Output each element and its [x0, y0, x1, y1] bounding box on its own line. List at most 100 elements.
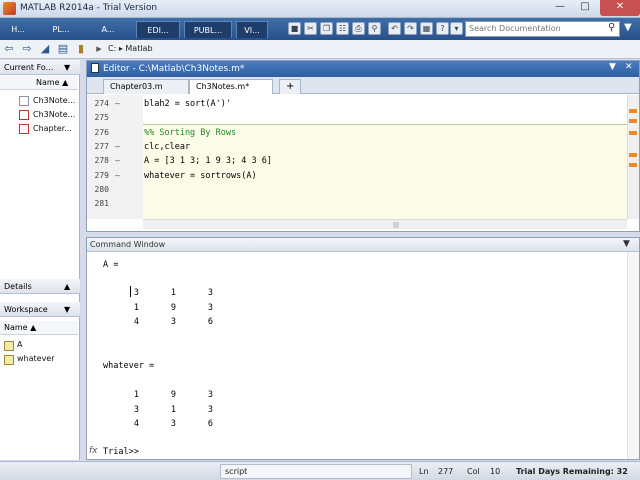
- copy-icon[interactable]: ❐: [320, 22, 333, 35]
- matrix-cell: 4: [133, 419, 139, 429]
- print-icon[interactable]: ⎙: [352, 22, 365, 35]
- find-icon[interactable]: ⚲: [368, 22, 381, 35]
- code-analyzer-marker[interactable]: [629, 131, 637, 135]
- line-number: 277: [94, 141, 109, 151]
- code-line[interactable]: A = [3 1 3; 1 9 3; 4 3 6]: [144, 156, 272, 166]
- line-number: 280: [94, 184, 109, 194]
- m-file-icon: [19, 110, 29, 120]
- panel-menu-icon[interactable]: ▼: [64, 302, 70, 317]
- line-number: 281: [94, 199, 109, 209]
- undo-icon[interactable]: ↶: [388, 22, 401, 35]
- current-folder-title: Current Fo...: [4, 63, 54, 72]
- expand-icon[interactable]: ▲: [64, 279, 70, 294]
- matrix-cell: 3: [207, 302, 213, 313]
- tab-home[interactable]: H...: [2, 21, 34, 38]
- line-number: 279: [94, 170, 109, 180]
- matrix-cell: 3: [133, 288, 139, 298]
- matrix-cell: 9: [170, 302, 176, 313]
- breakpoint-dash[interactable]: –: [115, 156, 120, 165]
- details-header[interactable]: Details ▲: [0, 279, 80, 294]
- code-analyzer-marker[interactable]: [629, 119, 637, 123]
- close-button[interactable]: ✕: [600, 0, 640, 16]
- left-panel: Current Fo... ▼ Name ▲ Ch3Note... Ch3Not…: [0, 60, 80, 460]
- cell-divider: [143, 124, 627, 125]
- matrix-cell: 3: [170, 419, 176, 429]
- search-input[interactable]: [469, 24, 599, 33]
- matrix-cell: 3: [207, 404, 213, 415]
- current-folder-column-header[interactable]: Name ▲: [0, 76, 78, 90]
- filter-icon[interactable]: ▼: [624, 22, 632, 33]
- output-label-whatever: whatever =: [103, 361, 155, 371]
- back-icon[interactable]: ⇦: [2, 42, 16, 56]
- code-line[interactable]: clc,clear: [144, 142, 190, 152]
- name-column[interactable]: Name ▲: [0, 78, 68, 87]
- file-item[interactable]: Chapter...: [33, 124, 72, 133]
- editor-menu-icon[interactable]: ▼: [609, 62, 616, 72]
- browse-folder-icon[interactable]: ▤: [56, 42, 70, 56]
- paste-icon[interactable]: ☷: [336, 22, 349, 35]
- command-window-menu-icon[interactable]: ▼: [623, 239, 630, 249]
- switch-windows-icon[interactable]: ▦: [420, 22, 433, 35]
- status-mode-field: [220, 464, 412, 479]
- help-icon[interactable]: ?: [436, 22, 449, 35]
- code-line[interactable]: %% Sorting By Rows: [144, 128, 236, 138]
- tab-publish[interactable]: PUBL...: [184, 21, 232, 38]
- workspace-column-header[interactable]: Name ▲: [0, 321, 78, 335]
- forward-icon[interactable]: ⇨: [20, 42, 34, 56]
- status-mode: script: [225, 467, 248, 476]
- current-folder-header: Current Fo... ▼: [0, 60, 80, 75]
- code-analyzer-marker[interactable]: [629, 109, 637, 113]
- text-cursor-icon: [130, 286, 131, 297]
- matrix-cell: 1: [170, 404, 176, 415]
- editor-vertical-scrollbar[interactable]: [627, 95, 639, 219]
- command-prompt[interactable]: Trial>>: [103, 447, 139, 457]
- tab-chapter03[interactable]: Chapter03.m: [103, 79, 189, 94]
- workspace-variable[interactable]: whatever: [17, 354, 55, 363]
- editor-title: Editor - C:\Matlab\Ch3Notes.m*: [87, 61, 639, 77]
- file-item[interactable]: Ch3Note...: [33, 96, 75, 105]
- close-editor-icon[interactable]: ✕: [625, 62, 633, 72]
- new-tab-button[interactable]: +: [279, 79, 301, 94]
- search-icon[interactable]: ⚲: [608, 22, 615, 33]
- code-analyzer-marker[interactable]: [629, 163, 637, 167]
- redo-icon[interactable]: ↷: [404, 22, 417, 35]
- function-browser-icon[interactable]: fx: [89, 446, 98, 456]
- command-window[interactable]: Command Window ▼ A = 3 1 3 1 9 3 4 3 6 whatever …: [86, 237, 640, 460]
- minimize-button[interactable]: —: [548, 0, 572, 16]
- code-line[interactable]: blah2 = sort(A')': [144, 99, 231, 109]
- command-window-title: Command Window: [87, 238, 639, 252]
- trial-days-remaining: Trial Days Remaining: 32: [516, 467, 628, 476]
- tab-apps[interactable]: A...: [92, 21, 124, 38]
- customize-icon[interactable]: ▾: [450, 22, 463, 35]
- tab-ch3notes[interactable]: Ch3Notes.m*: [189, 79, 273, 94]
- workspace-header: Workspace ▼: [0, 302, 80, 317]
- name-column[interactable]: Name ▲: [0, 323, 36, 332]
- path-chevron-icon[interactable]: ▸: [92, 42, 106, 56]
- m-file-icon: [19, 124, 29, 134]
- command-window-scrollbar[interactable]: [627, 252, 639, 459]
- panel-menu-icon[interactable]: ▼: [64, 60, 70, 75]
- cut-icon[interactable]: ✂: [304, 22, 317, 35]
- tab-plots[interactable]: PL...: [44, 21, 78, 38]
- status-ln-label: Ln: [419, 467, 429, 476]
- up-folder-icon[interactable]: ◢: [38, 42, 52, 56]
- editor-tabs: Chapter03.m Ch3Notes.m* +: [87, 77, 639, 94]
- file-item[interactable]: Ch3Note...: [33, 110, 75, 119]
- line-number: 278: [94, 156, 109, 166]
- line-number: 274: [94, 99, 109, 108]
- breakpoint-dash[interactable]: –: [115, 142, 120, 151]
- current-path[interactable]: C: ▸ Matlab: [108, 44, 153, 53]
- editor-horizontal-scrollbar[interactable]: |||: [143, 219, 627, 229]
- breakpoint-dash[interactable]: –: [115, 99, 120, 108]
- breakpoint-dash[interactable]: –: [115, 171, 120, 180]
- search-box[interactable]: ⚲: [465, 21, 620, 37]
- variable-icon: [4, 341, 14, 351]
- save-icon[interactable]: ■: [288, 22, 301, 35]
- line-number: 276: [94, 127, 109, 137]
- code-analyzer-marker[interactable]: [629, 153, 637, 157]
- maximize-button[interactable]: □: [573, 0, 597, 16]
- workspace-variable[interactable]: A: [17, 340, 22, 349]
- tab-editor[interactable]: EDI...: [136, 21, 180, 38]
- tab-view[interactable]: VI...: [236, 21, 268, 38]
- code-line[interactable]: whatever = sortrows(A): [144, 171, 257, 181]
